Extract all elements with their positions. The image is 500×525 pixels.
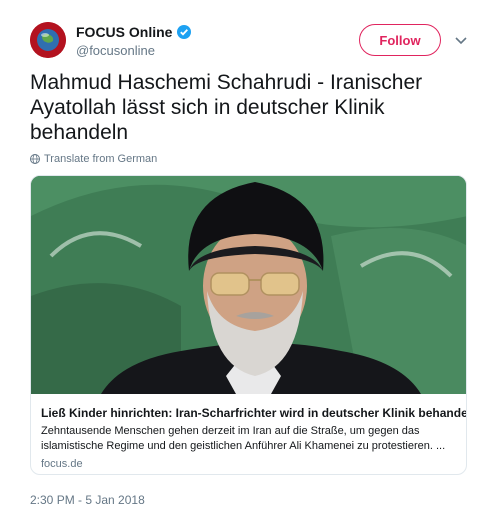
link-card[interactable]: Ließ Kinder hinrichten: Iran-Scharfricht… bbox=[30, 175, 467, 475]
author-name-text[interactable]: FOCUS Online bbox=[76, 24, 172, 40]
card-title[interactable]: Ließ Kinder hinrichten: Iran-Scharfricht… bbox=[41, 406, 466, 420]
avatar[interactable] bbox=[30, 22, 66, 58]
author-name[interactable]: FOCUS Online bbox=[76, 24, 192, 40]
timestamp[interactable]: 2:30 PM - 5 Jan 2018 bbox=[30, 493, 145, 507]
tweet-text: Mahmud Haschemi Schahrudi - Iranischer A… bbox=[30, 71, 423, 144]
card-image[interactable] bbox=[31, 176, 467, 394]
verified-badge-icon bbox=[177, 25, 192, 39]
chevron-down-icon[interactable] bbox=[454, 33, 468, 47]
author-handle[interactable]: @focusonline bbox=[76, 43, 155, 58]
card-domain: focus.de bbox=[41, 458, 83, 470]
follow-button[interactable]: Follow bbox=[359, 24, 441, 56]
card-description: Zehntausende Menschen gehen derzeit im I… bbox=[41, 425, 446, 452]
translate-link[interactable]: Translate from German bbox=[30, 153, 157, 165]
globe-icon bbox=[30, 154, 40, 164]
translate-label[interactable]: Translate from German bbox=[44, 153, 157, 165]
